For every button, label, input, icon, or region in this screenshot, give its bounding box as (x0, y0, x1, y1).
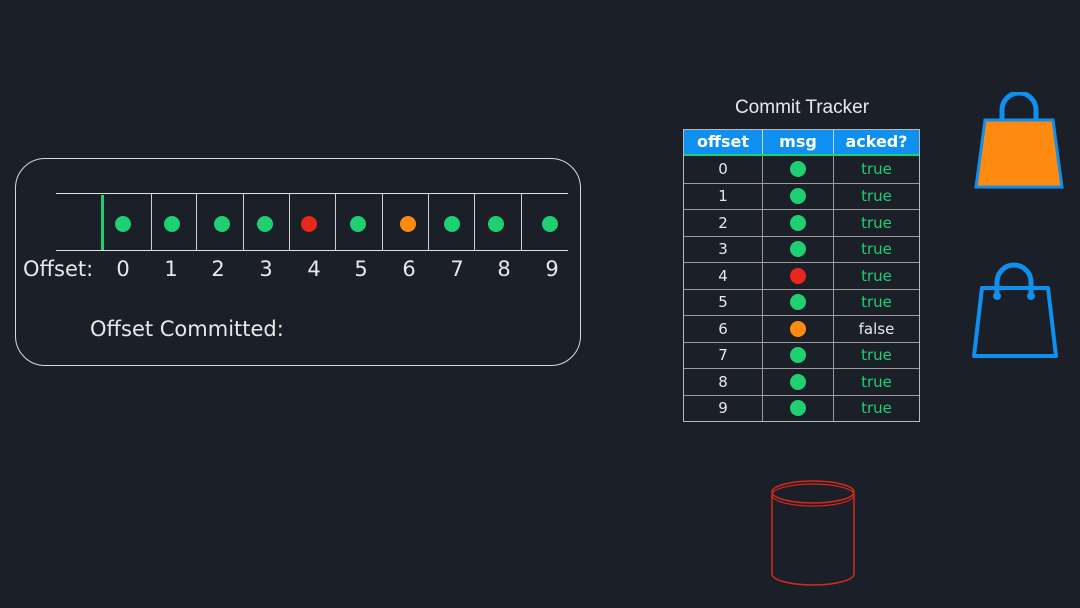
message-dot-ok (790, 188, 806, 205)
offset-label: Offset: (23, 257, 94, 281)
tracker-acked-cell: true (861, 266, 892, 285)
offset-number: 1 (164, 257, 178, 281)
log-bottom-rule (56, 250, 568, 251)
tracker-msg-cell (763, 369, 834, 395)
tracker-offset-cell: 8 (684, 369, 763, 395)
message-dot-pending (400, 216, 416, 232)
message-dot-ok (350, 216, 366, 232)
message-dot-ok (257, 216, 273, 232)
tracker-title: Commit Tracker (734, 97, 870, 118)
tracker-msg-cell (763, 263, 834, 289)
message-dot-ok (790, 400, 806, 417)
tracker-body: 0 true 1 true 2 true 3 true 4 true 5 true 6 false 7 tru… (684, 156, 919, 421)
offset-number: 2 (211, 257, 225, 281)
log-top-rule (56, 193, 568, 194)
message-dot-ok (542, 216, 558, 232)
log-cell-divider (474, 194, 475, 250)
tracker-acked-cell: false (858, 319, 895, 338)
message-dot-ok (790, 294, 806, 311)
log-cell-divider (289, 194, 290, 250)
message-dot-ok (164, 216, 180, 232)
tracker-offset-cell: 5 (684, 289, 763, 315)
tracker-msg-cell (763, 183, 834, 209)
tracker-msg-cell (763, 156, 834, 183)
shopping-bag-filled-icon (974, 92, 1064, 189)
offset-number: 9 (545, 257, 559, 281)
log-cell-divider (243, 194, 244, 250)
tracker-acked-cell: true (861, 160, 892, 179)
offset-number: 3 (259, 257, 273, 281)
tracker-msg-cell (763, 289, 834, 315)
tracker-offset-cell: 2 (684, 210, 763, 236)
log-cell-divider (428, 194, 429, 250)
tracker-row: 7 true (684, 341, 919, 368)
tracker-acked-cell: true (861, 213, 892, 232)
tracker-msg-cell (763, 395, 834, 421)
column-header-acked: acked? (845, 132, 908, 151)
message-dot-ok (115, 216, 131, 232)
message-dot-ok (444, 216, 460, 232)
tracker-offset-cell: 0 (684, 156, 763, 183)
tracker-msg-cell (763, 236, 834, 262)
tracker-offset-cell: 3 (684, 236, 763, 262)
column-header-msg: msg (763, 130, 834, 154)
tracker-offset-cell: 9 (684, 395, 763, 421)
message-dot-ok (790, 161, 806, 178)
offset-number: 6 (402, 257, 416, 281)
log-cell-divider (521, 194, 522, 250)
message-dot-error (790, 267, 806, 284)
tracker-acked-cell: true (861, 372, 892, 391)
tracker-acked-cell: true (861, 346, 892, 365)
tracker-row: 8 true (684, 368, 919, 395)
offset-number: 0 (116, 257, 130, 281)
tracker-header-row: offset msg acked? (684, 130, 919, 156)
offset-number: 7 (450, 257, 464, 281)
tracker-offset-cell: 6 (684, 316, 763, 342)
tracker-acked-cell: true (861, 399, 892, 418)
column-header-offset: offset (684, 130, 763, 154)
message-dot-ok (790, 347, 806, 364)
tracker-acked-cell: true (861, 293, 892, 312)
message-dot-pending (790, 320, 806, 337)
log-cell-divider (151, 194, 152, 250)
tracker-msg-cell (763, 210, 834, 236)
tracker-row: 4 true (684, 262, 919, 289)
tracker-offset-cell: 4 (684, 263, 763, 289)
message-dot-ok (790, 373, 806, 390)
tracker-row: 6 false (684, 315, 919, 342)
tracker-row: 0 true (684, 156, 919, 183)
message-dot-ok (214, 216, 230, 232)
offset-number: 8 (497, 257, 511, 281)
tracker-offset-cell: 7 (684, 342, 763, 368)
log-cell-divider (196, 194, 197, 250)
offset-number: 4 (307, 257, 321, 281)
tracker-acked-cell: true (861, 187, 892, 206)
tracker-offset-cell: 1 (684, 183, 763, 209)
tracker-row: 1 true (684, 182, 919, 209)
tracker-msg-cell (763, 316, 834, 342)
tracker-row: 3 true (684, 235, 919, 262)
tracker-row: 5 true (684, 288, 919, 315)
offset-committed-label: Offset Committed: (90, 317, 284, 341)
offset-number: 5 (354, 257, 368, 281)
message-dot-ok (790, 241, 806, 258)
database-icon (771, 480, 855, 586)
shopping-bag-outline-icon (972, 262, 1058, 358)
partition-log-panel: Offset: 0 1 2 3 4 5 6 7 8 9 Offset Committed: (15, 158, 581, 366)
message-dot-ok (790, 214, 806, 231)
log-cell-divider (335, 194, 336, 250)
tracker-msg-cell (763, 342, 834, 368)
message-dot-ok (488, 216, 504, 232)
commit-position-marker (101, 195, 104, 250)
log-cell-divider (382, 194, 383, 250)
tracker-row: 2 true (684, 209, 919, 236)
commit-tracker-table: offset msg acked? 0 true 1 true 2 true 3 true 4 t… (683, 129, 920, 422)
message-dot-error (301, 216, 317, 232)
tracker-acked-cell: true (861, 240, 892, 259)
tracker-row: 9 true (684, 394, 919, 421)
